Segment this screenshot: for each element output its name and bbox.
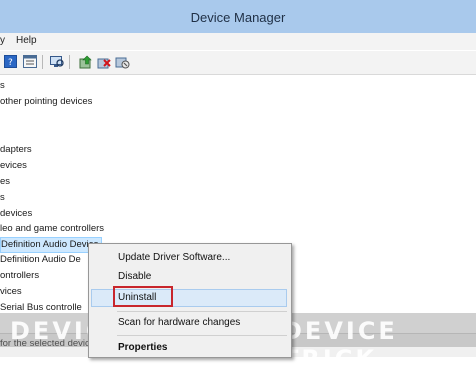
window-title: Device Manager <box>190 10 286 25</box>
tree-item[interactable]: s <box>0 191 5 205</box>
menu-bar: y Help <box>0 33 476 50</box>
tree-item[interactable]: evices <box>0 159 27 173</box>
menu-help[interactable]: Help <box>16 35 37 46</box>
menu-properties[interactable]: Properties <box>118 340 167 356</box>
tree-item[interactable]: s <box>0 79 5 93</box>
toolbar-separator <box>42 55 43 69</box>
toolbar-separator <box>69 55 70 69</box>
svg-text:?: ? <box>8 58 13 68</box>
disable-icon[interactable] <box>115 54 130 69</box>
uninstall-icon[interactable] <box>96 54 111 69</box>
menu-separator <box>117 335 287 336</box>
tree-item[interactable]: devices <box>0 207 32 221</box>
scan-icon[interactable] <box>49 54 64 69</box>
tree-item[interactable]: other pointing devices <box>0 95 92 109</box>
tree-item[interactable]: Definition Audio De <box>0 253 81 267</box>
menu-scan-hardware[interactable]: Scan for hardware changes <box>118 315 240 331</box>
tree-item[interactable]: ontrollers <box>0 269 39 283</box>
update-driver-icon[interactable] <box>78 54 93 69</box>
tree-item[interactable]: leo and game controllers <box>0 222 104 236</box>
menu-view[interactable]: y <box>0 35 5 46</box>
tree-item-selected[interactable]: Definition Audio Device <box>0 237 102 253</box>
uninstall-highlight-box <box>113 286 173 307</box>
help-icon[interactable]: ? <box>3 54 18 69</box>
menu-update-driver[interactable]: Update Driver Software... <box>118 250 230 266</box>
menu-separator <box>117 311 287 312</box>
title-bar: Device Manager <box>0 0 476 34</box>
tree-item[interactable]: es <box>0 175 10 189</box>
properties-icon[interactable] <box>22 54 37 69</box>
toolbar: ? <box>0 51 476 75</box>
tree-item[interactable]: vices <box>0 285 22 299</box>
watermark-text-right: DEVICE TRICK <box>282 317 398 373</box>
menu-disable[interactable]: Disable <box>118 269 151 285</box>
tree-item[interactable]: dapters <box>0 143 32 157</box>
